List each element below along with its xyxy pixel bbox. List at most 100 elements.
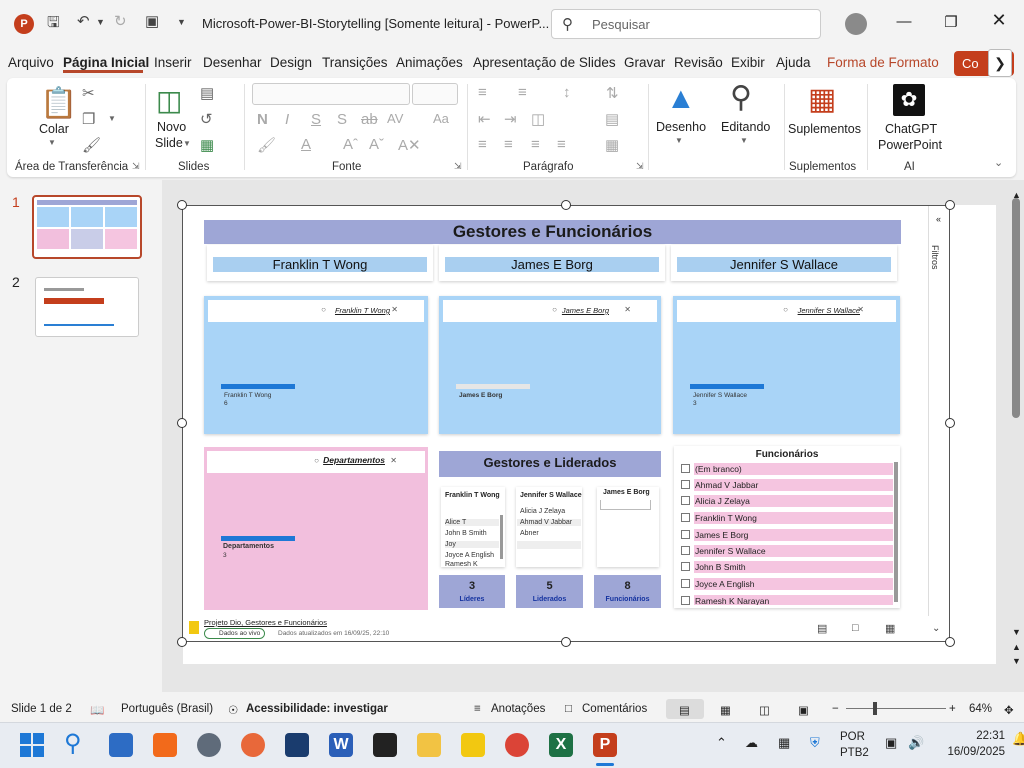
- tab-apresentacao[interactable]: Apresentação de Slides: [473, 55, 616, 70]
- resize-handle[interactable]: [561, 200, 571, 210]
- previous-slide-icon[interactable]: ▲: [1012, 642, 1021, 652]
- slide-thumbnail-1[interactable]: [32, 195, 142, 259]
- decrease-font-icon[interactable]: Aˇ: [369, 136, 384, 153]
- text-direction-icon[interactable]: ⇅: [606, 84, 619, 102]
- tab-inserir[interactable]: Inserir: [154, 55, 192, 70]
- resize-handle[interactable]: [945, 200, 955, 210]
- tray-overflow-icon[interactable]: ⌃: [716, 735, 727, 751]
- chrome-icon[interactable]: [505, 733, 529, 757]
- tray-app-icon[interactable]: ▦: [778, 735, 790, 751]
- slideshow-icon[interactable]: ▣: [798, 703, 809, 717]
- addins-label[interactable]: Suplementos: [788, 122, 861, 136]
- reading-view-icon[interactable]: ◫: [759, 703, 770, 717]
- new-slide-label-2[interactable]: Slide: [155, 136, 183, 150]
- tab-desenhar[interactable]: Desenhar: [203, 55, 262, 70]
- word-icon[interactable]: W: [329, 733, 353, 757]
- underline-icon[interactable]: S: [311, 111, 321, 128]
- clipboard-launcher-icon[interactable]: ⇲: [132, 161, 140, 172]
- spellcheck-icon[interactable]: 📖: [90, 703, 104, 717]
- keyboard-layout[interactable]: PTB2: [840, 747, 869, 759]
- app-orange-icon[interactable]: [153, 733, 177, 757]
- minimize-icon[interactable]: —: [894, 13, 914, 30]
- comments-icon[interactable]: □: [565, 703, 572, 715]
- paragraph-launcher-icon[interactable]: ⇲: [636, 161, 644, 172]
- paste-icon[interactable]: 📋: [40, 86, 77, 121]
- columns-icon[interactable]: ◫: [531, 110, 545, 128]
- chevron-right-icon[interactable]: ❯: [988, 49, 1012, 77]
- chatgpt-icon[interactable]: ✿: [893, 84, 925, 116]
- onedrive-icon[interactable]: ☁: [745, 735, 758, 751]
- chatgpt-label-1[interactable]: ChatGPT: [885, 122, 937, 136]
- tab-arquivo[interactable]: Arquivo: [8, 55, 54, 70]
- resize-handle[interactable]: [945, 418, 955, 428]
- editing-search-icon[interactable]: ⚲: [730, 80, 752, 115]
- accessibility-icon[interactable]: ☉: [228, 703, 238, 717]
- smartart-icon[interactable]: ▦: [605, 136, 619, 154]
- slide-sorter-icon[interactable]: ▦: [720, 703, 731, 717]
- close-icon[interactable]: ✕: [989, 10, 1009, 31]
- tab-transicoes[interactable]: Transições: [322, 55, 388, 70]
- search-taskbar-icon[interactable]: ⚲: [64, 732, 88, 757]
- layout-icon[interactable]: ▤: [200, 84, 214, 102]
- numbering-icon[interactable]: ≡: [518, 84, 527, 101]
- increase-indent-icon[interactable]: ⇥: [504, 110, 517, 128]
- resize-handle[interactable]: [177, 200, 187, 210]
- tab-gravar[interactable]: Gravar: [624, 55, 665, 70]
- customize-quick-access-icon[interactable]: ▼: [177, 17, 186, 27]
- save-icon[interactable]: 🖫: [47, 12, 60, 37]
- addins-icon[interactable]: ▦: [808, 82, 836, 117]
- volume-icon[interactable]: 🔊: [908, 735, 924, 751]
- char-spacing-icon[interactable]: AV: [387, 111, 403, 126]
- comments-button[interactable]: Comentários: [582, 703, 647, 715]
- user-avatar[interactable]: [845, 13, 867, 35]
- new-slide-label-1[interactable]: Novo: [157, 120, 186, 134]
- reset-icon[interactable]: ↺: [200, 110, 213, 128]
- paste-label[interactable]: Colar: [39, 122, 69, 136]
- powerbi-taskbar-icon[interactable]: [461, 733, 485, 757]
- clock-time[interactable]: 22:31: [965, 730, 1005, 742]
- powerpoint-taskbar-icon[interactable]: P: [593, 733, 617, 757]
- highlight-icon[interactable]: 🖌: [257, 136, 276, 154]
- app-dark-icon[interactable]: [373, 733, 397, 757]
- new-slide-icon[interactable]: ◫: [156, 84, 182, 117]
- font-family-dropdown[interactable]: [252, 83, 410, 105]
- restore-icon[interactable]: ❐: [941, 13, 961, 31]
- clock-date[interactable]: 16/09/2025: [944, 746, 1005, 758]
- collapse-ribbon-icon[interactable]: ⌄: [994, 156, 1003, 169]
- zoom-out-icon[interactable]: −: [832, 703, 839, 715]
- format-painter-icon[interactable]: 🖌: [82, 136, 101, 154]
- line-spacing-icon[interactable]: ↕: [563, 84, 571, 101]
- editing-dropdown-icon[interactable]: ▼: [740, 136, 748, 145]
- copy-icon[interactable]: ❐: [82, 110, 95, 128]
- undo-dropdown-icon[interactable]: ▼: [96, 17, 105, 27]
- shadow-icon[interactable]: S: [337, 111, 347, 128]
- align-right-icon[interactable]: ≡: [531, 136, 540, 153]
- drawing-label[interactable]: Desenho: [656, 120, 706, 134]
- display-icon[interactable]: ▣: [885, 735, 897, 751]
- excel-icon[interactable]: X: [549, 733, 573, 757]
- zoom-in-icon[interactable]: +: [949, 703, 956, 715]
- tab-exibir[interactable]: Exibir: [731, 55, 765, 70]
- cut-icon[interactable]: ✂: [82, 84, 95, 102]
- tab-ajuda[interactable]: Ajuda: [776, 55, 811, 70]
- scroll-down-icon[interactable]: ▼: [1012, 627, 1021, 637]
- security-icon[interactable]: ⛨: [810, 735, 820, 751]
- app-red-icon[interactable]: [241, 733, 265, 757]
- settings-icon[interactable]: [197, 733, 221, 757]
- store-icon[interactable]: [109, 733, 133, 757]
- align-text-icon[interactable]: ▤: [605, 110, 619, 128]
- tab-forma-de-formato[interactable]: Forma de Formato: [827, 55, 939, 70]
- decrease-indent-icon[interactable]: ⇤: [478, 110, 491, 128]
- section-icon[interactable]: ▦: [200, 136, 214, 154]
- copy-dropdown-icon[interactable]: ▼: [108, 114, 116, 123]
- increase-font-icon[interactable]: Aˆ: [343, 136, 358, 153]
- notes-icon[interactable]: ≡: [474, 703, 481, 715]
- drawing-icon[interactable]: ▲: [666, 82, 696, 116]
- bullets-icon[interactable]: ≡: [478, 84, 487, 101]
- paste-dropdown-icon[interactable]: ▼: [48, 138, 56, 147]
- italic-icon[interactable]: I: [285, 111, 289, 128]
- search-box[interactable]: ⚲ Pesquisar: [551, 9, 821, 39]
- tab-pagina-inicial[interactable]: Página Inicial: [63, 55, 149, 70]
- resize-handle[interactable]: [945, 637, 955, 647]
- notification-icon[interactable]: 🔔: [1012, 731, 1024, 747]
